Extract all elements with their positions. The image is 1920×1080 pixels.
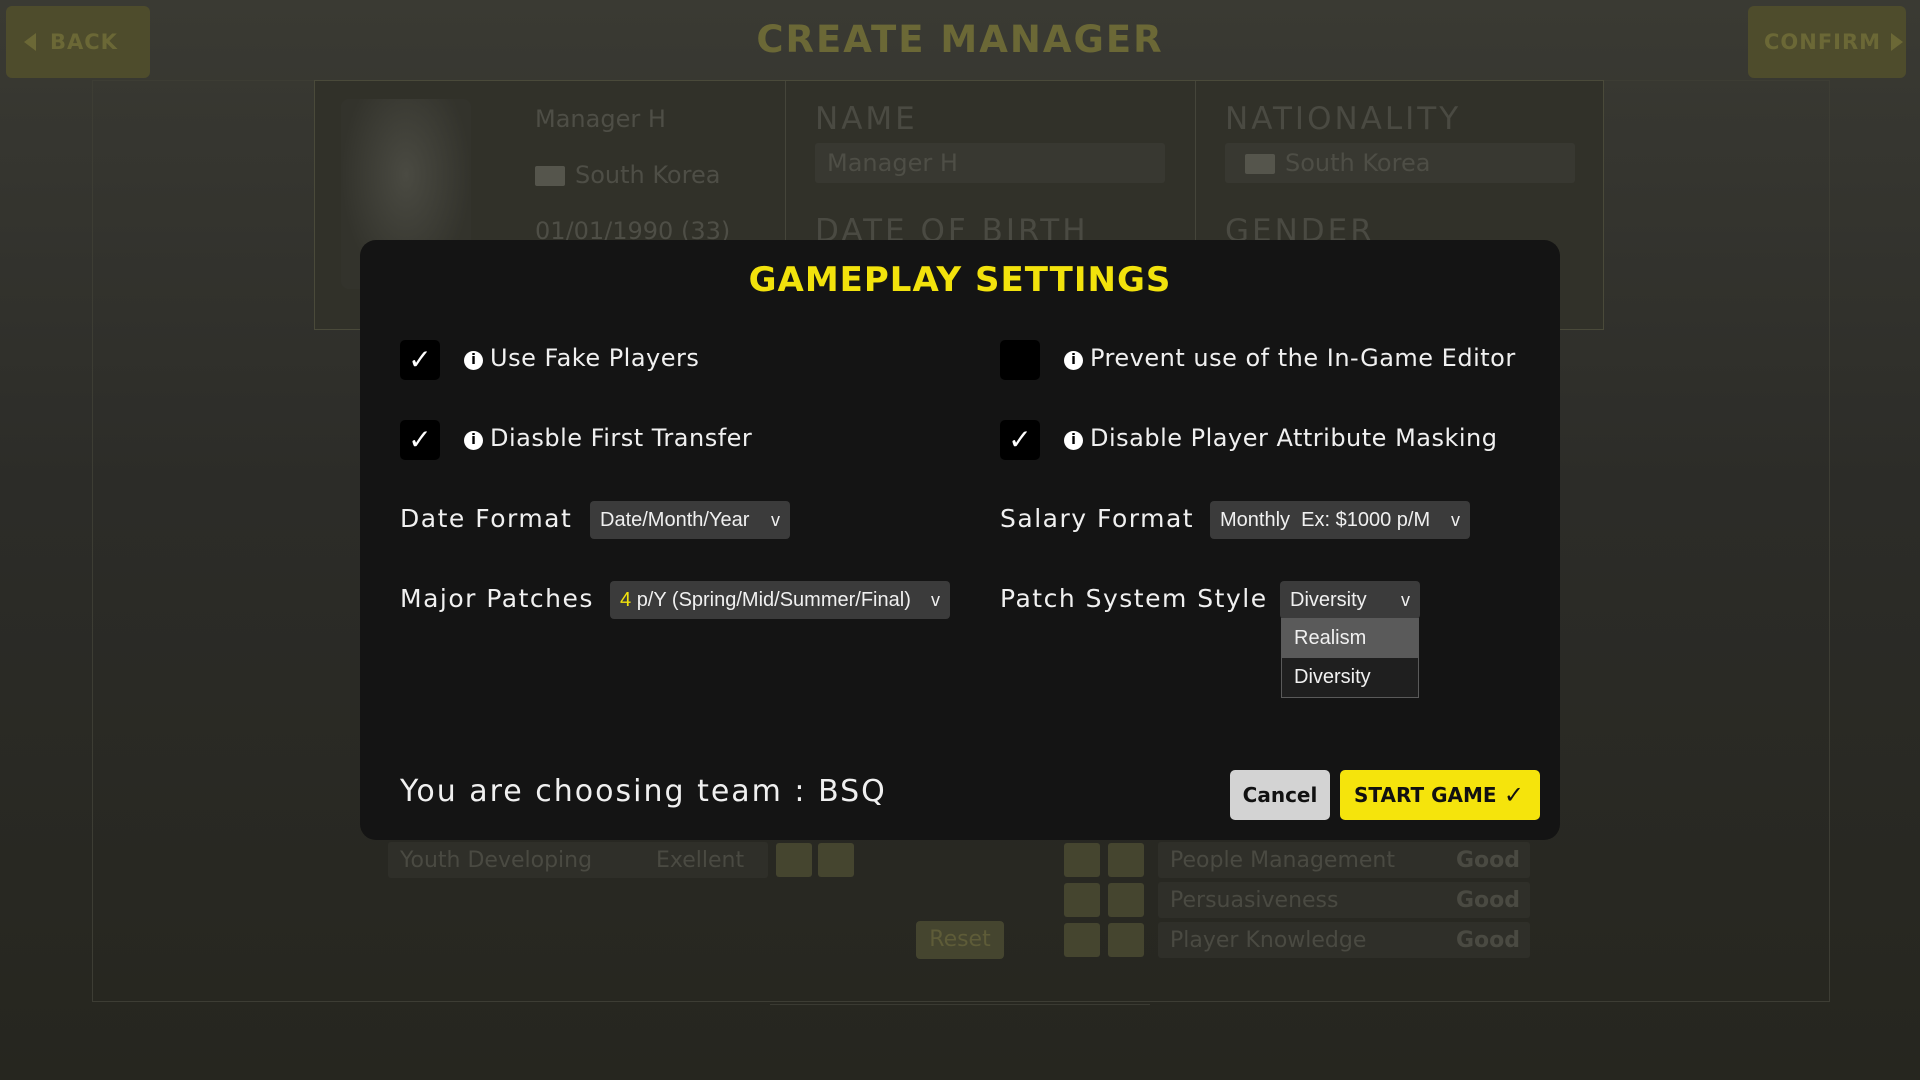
increase-button[interactable] xyxy=(1064,843,1100,877)
screen-title: CREATE MANAGER xyxy=(756,18,1164,61)
arrow-right-icon xyxy=(1891,33,1904,51)
check-icon: ✓ xyxy=(408,423,432,456)
patch-style-dropdown: Realism Diversity xyxy=(1281,618,1419,698)
confirm-label: CONFIRM xyxy=(1764,30,1882,54)
attribute-row: Player Knowledge Good xyxy=(1158,922,1530,958)
use-fake-players-checkbox[interactable]: ✓ xyxy=(400,340,440,380)
increase-button[interactable] xyxy=(1064,923,1100,957)
cancel-button[interactable]: Cancel xyxy=(1230,770,1330,820)
name-label: NAME xyxy=(815,101,918,137)
chevron-down-icon: v xyxy=(1401,590,1410,610)
start-game-button[interactable]: START GAME ✓ xyxy=(1340,770,1540,820)
chevron-down-icon: v xyxy=(1451,510,1460,530)
disable-first-transfer-label: Diasble First Transfer xyxy=(490,424,753,452)
dropdown-option-diversity[interactable]: Diversity xyxy=(1282,658,1418,697)
prevent-editor-label: Prevent use of the In-Game Editor xyxy=(1090,344,1516,372)
salary-format-label: Salary Format xyxy=(1000,504,1195,533)
prevent-editor-checkbox[interactable]: ✓ xyxy=(1000,340,1040,380)
profile-nationality: South Korea xyxy=(535,161,720,189)
chevron-down-icon: v xyxy=(931,590,940,610)
nationality-label: NATIONALITY xyxy=(1225,101,1462,137)
use-fake-players-label: Use Fake Players xyxy=(490,344,700,372)
check-icon: ✓ xyxy=(1503,781,1524,809)
attribute-label: People Management xyxy=(1170,847,1396,873)
reset-button[interactable]: Reset xyxy=(916,921,1004,959)
attribute-label: Player Knowledge xyxy=(1170,927,1367,953)
increase-button[interactable] xyxy=(776,843,812,877)
patch-style-select[interactable]: Diversity v xyxy=(1280,581,1420,619)
profile-name: Manager H xyxy=(535,105,666,133)
attribute-row: Persuasiveness Good xyxy=(1158,882,1530,918)
attribute-row: Youth Developing Exellent xyxy=(388,842,768,878)
decrease-button[interactable] xyxy=(818,843,854,877)
confirm-button[interactable]: CONFIRM xyxy=(1748,6,1906,78)
major-patches-select[interactable]: 4 p/Y (Spring/Mid/Summer/Final) v xyxy=(610,581,950,619)
info-icon[interactable]: i xyxy=(464,351,483,370)
decrease-button[interactable] xyxy=(1108,843,1144,877)
gameplay-settings-modal: GAMEPLAY SETTINGS ✓ i Use Fake Players ✓… xyxy=(360,240,1560,840)
divider xyxy=(770,1004,1150,1005)
salary-format-value: Monthly Ex: $1000 p/M xyxy=(1220,509,1431,531)
profile-nationality-text: South Korea xyxy=(575,161,721,189)
info-icon[interactable]: i xyxy=(464,431,483,450)
attribute-value: Good xyxy=(1455,927,1520,953)
patch-style-label: Patch System Style xyxy=(1000,584,1268,613)
flag-icon xyxy=(1245,154,1275,174)
flag-icon xyxy=(535,166,565,186)
attribute-label: Youth Developing xyxy=(400,847,593,873)
check-icon: ✓ xyxy=(408,343,432,376)
disable-attribute-masking-label: Disable Player Attribute Masking xyxy=(1090,424,1498,452)
disable-first-transfer-checkbox[interactable]: ✓ xyxy=(400,420,440,460)
salary-format-select[interactable]: Monthly Ex: $1000 p/M v xyxy=(1210,501,1470,539)
major-patches-label: Major Patches xyxy=(400,584,594,613)
date-format-select[interactable]: Date/Month/Year v xyxy=(590,501,790,539)
major-patches-count: 4 xyxy=(620,589,632,611)
start-game-label: START GAME xyxy=(1354,783,1497,807)
disable-attribute-masking-checkbox[interactable]: ✓ xyxy=(1000,420,1040,460)
info-icon[interactable]: i xyxy=(1064,351,1083,370)
modal-title: GAMEPLAY SETTINGS xyxy=(748,260,1172,300)
decrease-button[interactable] xyxy=(1108,923,1144,957)
name-input-value: Manager H xyxy=(827,149,958,177)
attribute-value: Good xyxy=(1455,887,1520,913)
dropdown-option-realism[interactable]: Realism xyxy=(1282,619,1418,658)
patch-style-value: Diversity xyxy=(1290,589,1367,611)
attribute-value: Exellent xyxy=(656,847,745,873)
info-icon[interactable]: i xyxy=(1064,431,1083,450)
check-icon: ✓ xyxy=(1008,423,1032,456)
major-patches-value: p/Y (Spring/Mid/Summer/Final) xyxy=(636,589,911,611)
attribute-row: People Management Good xyxy=(1158,842,1530,878)
team-selection-text: You are choosing team : BSQ xyxy=(400,774,887,809)
attribute-label: Persuasiveness xyxy=(1170,887,1339,913)
decrease-button[interactable] xyxy=(1108,883,1144,917)
date-format-value: Date/Month/Year xyxy=(600,509,750,531)
nationality-select-text: South Korea xyxy=(1285,149,1431,177)
date-format-label: Date Format xyxy=(400,504,573,533)
nationality-select-value: South Korea xyxy=(1245,149,1430,177)
increase-button[interactable] xyxy=(1064,883,1100,917)
attribute-value: Good xyxy=(1455,847,1520,873)
chevron-down-icon: v xyxy=(771,510,780,530)
